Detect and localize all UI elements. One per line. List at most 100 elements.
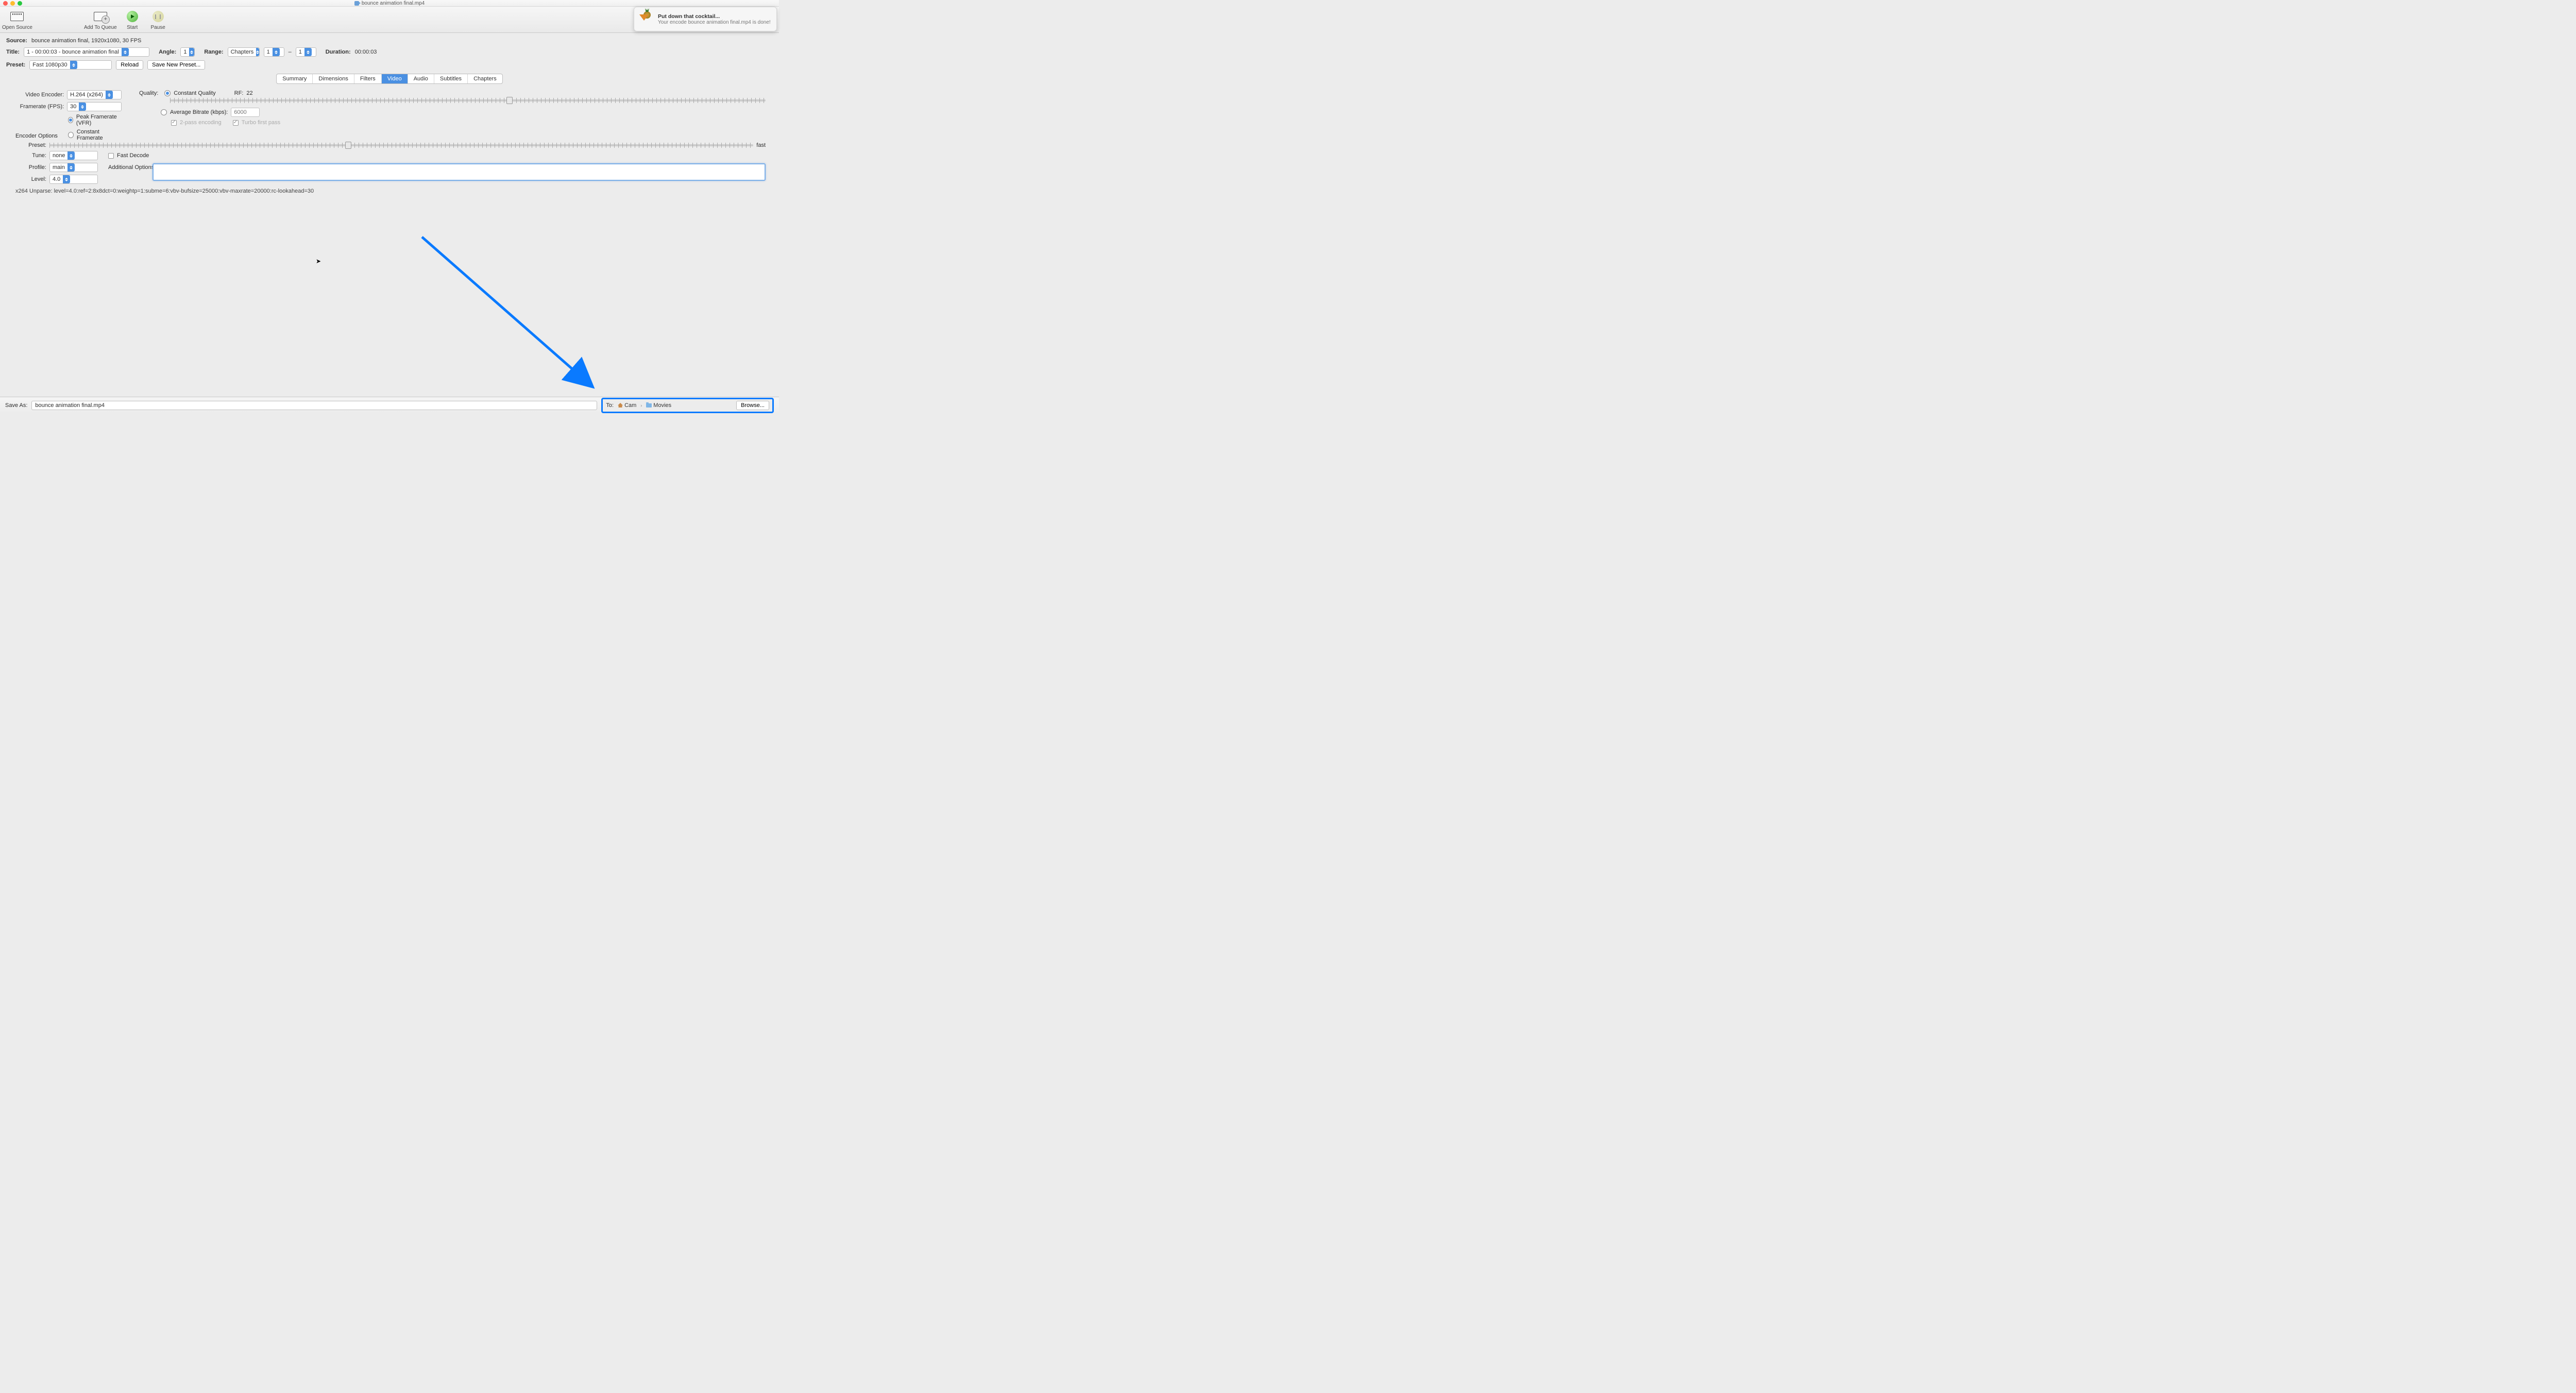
range-to-select[interactable]: 1 bbox=[296, 47, 316, 57]
tab-video[interactable]: Video bbox=[382, 74, 408, 83]
bottom-bar: Save As: bounce animation final.mp4 To: … bbox=[0, 397, 779, 413]
tune-label: Tune: bbox=[15, 152, 46, 159]
zoom-icon[interactable] bbox=[18, 1, 22, 6]
preset-value: Fast 1080p30 bbox=[30, 62, 70, 68]
reload-button[interactable]: Reload bbox=[116, 60, 143, 70]
fast-decode-checkbox[interactable] bbox=[108, 153, 114, 159]
start-label: Start bbox=[127, 25, 138, 30]
chevron-updown-icon bbox=[79, 103, 86, 111]
path-user[interactable]: Cam bbox=[618, 402, 636, 409]
path-folder[interactable]: Movies bbox=[646, 402, 671, 409]
chevron-updown-icon bbox=[189, 48, 194, 56]
title-select[interactable]: 1 - 00:00:03 - bounce animation final bbox=[24, 47, 149, 57]
level-label: Level: bbox=[15, 176, 46, 182]
pause-label: Pause bbox=[151, 25, 165, 30]
range-to-value: 1 bbox=[296, 49, 304, 55]
start-button[interactable]: Start bbox=[122, 10, 143, 30]
chevron-updown-icon bbox=[67, 163, 75, 172]
fps-select[interactable]: 30 bbox=[67, 102, 122, 111]
profile-label: Profile: bbox=[15, 164, 46, 171]
pause-button[interactable]: Pause bbox=[148, 10, 168, 30]
pause-icon bbox=[152, 11, 164, 22]
minimize-icon[interactable] bbox=[10, 1, 15, 6]
x264-unparse-text: x264 Unparse: level=4.0:ref=2:8x8dct=0:w… bbox=[15, 188, 314, 194]
notification-title: Put down that cocktail... bbox=[658, 13, 771, 20]
add-queue-icon bbox=[94, 12, 107, 21]
two-pass-label: 2-pass encoding bbox=[180, 120, 222, 126]
destination-box: To: Cam › Movies Browse... bbox=[601, 398, 774, 413]
chevron-right-icon: › bbox=[640, 403, 642, 408]
title-value: 1 - 00:00:03 - bounce animation final bbox=[24, 49, 122, 55]
path-user-label: Cam bbox=[624, 402, 636, 409]
angle-select[interactable]: 1 bbox=[180, 47, 195, 57]
chevron-updown-icon bbox=[122, 48, 129, 56]
constant-quality-label: Constant Quality bbox=[174, 90, 215, 96]
slider-thumb-icon[interactable] bbox=[345, 142, 351, 149]
annotation-arrow bbox=[420, 235, 598, 389]
encoder-preset-label: Preset: bbox=[15, 142, 46, 148]
source-value: bounce animation final, 1920x1080, 30 FP… bbox=[31, 38, 141, 44]
range-from-select[interactable]: 1 bbox=[264, 47, 284, 57]
range-label: Range: bbox=[204, 49, 223, 55]
source-label: Source: bbox=[6, 38, 27, 44]
window-titlebar: bounce animation final.mp4 bbox=[0, 0, 779, 7]
slider-thumb-icon[interactable] bbox=[506, 97, 513, 104]
tab-summary[interactable]: Summary bbox=[277, 74, 313, 83]
tab-audio[interactable]: Audio bbox=[408, 74, 434, 83]
chevron-updown-icon bbox=[67, 151, 75, 160]
path-folder-label: Movies bbox=[653, 402, 671, 409]
saveas-input[interactable]: bounce animation final.mp4 bbox=[31, 401, 597, 410]
saveas-label: Save As: bbox=[5, 402, 27, 409]
add-queue-label: Add To Queue bbox=[84, 25, 117, 30]
level-value: 4.0 bbox=[50, 176, 63, 182]
source-row: Source: bounce animation final, 1920x108… bbox=[6, 36, 773, 45]
clapperboard-icon bbox=[10, 12, 24, 21]
tab-dimensions[interactable]: Dimensions bbox=[313, 74, 354, 83]
completion-notification[interactable]: Put down that cocktail... Your encode bo… bbox=[634, 7, 777, 31]
preset-row: Preset: Fast 1080p30 Reload Save New Pre… bbox=[6, 60, 773, 70]
cursor-icon: ➤ bbox=[316, 258, 321, 265]
add-to-queue-button[interactable]: Add To Queue bbox=[84, 10, 117, 30]
avg-bitrate-radio[interactable] bbox=[161, 109, 167, 115]
tab-filters[interactable]: Filters bbox=[354, 74, 382, 83]
angle-label: Angle: bbox=[159, 49, 176, 55]
tune-select[interactable]: none bbox=[49, 151, 98, 160]
profile-select[interactable]: main bbox=[49, 163, 98, 172]
browse-button[interactable]: Browse... bbox=[736, 401, 769, 410]
tab-chapters[interactable]: Chapters bbox=[468, 74, 502, 83]
encoder-preset-speed: fast bbox=[756, 142, 766, 148]
peak-vfr-radio[interactable] bbox=[68, 117, 73, 123]
folder-icon bbox=[646, 403, 652, 407]
chevron-updown-icon bbox=[70, 61, 77, 69]
preset-label: Preset: bbox=[6, 62, 25, 68]
window-controls bbox=[3, 1, 22, 6]
to-label: To: bbox=[606, 402, 614, 409]
range-type-select[interactable]: Chapters bbox=[228, 47, 260, 57]
tune-value: none bbox=[50, 152, 67, 159]
tab-bar: Summary Dimensions Filters Video Audio S… bbox=[0, 74, 779, 84]
title-row: Title: 1 - 00:00:03 - bounce animation f… bbox=[6, 47, 773, 57]
title-label: Title: bbox=[6, 49, 20, 55]
avg-bitrate-label: Average Bitrate (kbps): bbox=[170, 109, 228, 115]
chevron-updown-icon bbox=[106, 91, 113, 99]
open-source-button[interactable]: Open Source bbox=[2, 10, 32, 30]
tab-subtitles[interactable]: Subtitles bbox=[434, 74, 468, 83]
additional-options-textarea[interactable] bbox=[152, 163, 766, 181]
notification-subtitle: Your encode bounce animation final.mp4 i… bbox=[658, 20, 771, 25]
two-pass-checkbox[interactable] bbox=[171, 120, 177, 126]
quality-slider[interactable] bbox=[170, 99, 766, 101]
encoder-options-header: Encoder Options bbox=[15, 133, 766, 139]
constant-quality-radio[interactable] bbox=[164, 90, 171, 96]
save-new-preset-button[interactable]: Save New Preset... bbox=[147, 60, 205, 70]
duration-value: 00:00:03 bbox=[355, 49, 377, 55]
range-type-value: Chapters bbox=[228, 49, 257, 55]
avg-bitrate-input[interactable] bbox=[231, 108, 260, 117]
encoder-preset-slider[interactable] bbox=[49, 144, 753, 146]
chevron-updown-icon bbox=[256, 48, 259, 56]
preset-select[interactable]: Fast 1080p30 bbox=[29, 60, 112, 70]
turbo-checkbox[interactable] bbox=[233, 120, 239, 126]
level-select[interactable]: 4.0 bbox=[49, 175, 98, 184]
video-encoder-select[interactable]: H.264 (x264) bbox=[67, 90, 122, 99]
saveas-value: bounce animation final.mp4 bbox=[35, 402, 105, 409]
close-icon[interactable] bbox=[3, 1, 8, 6]
